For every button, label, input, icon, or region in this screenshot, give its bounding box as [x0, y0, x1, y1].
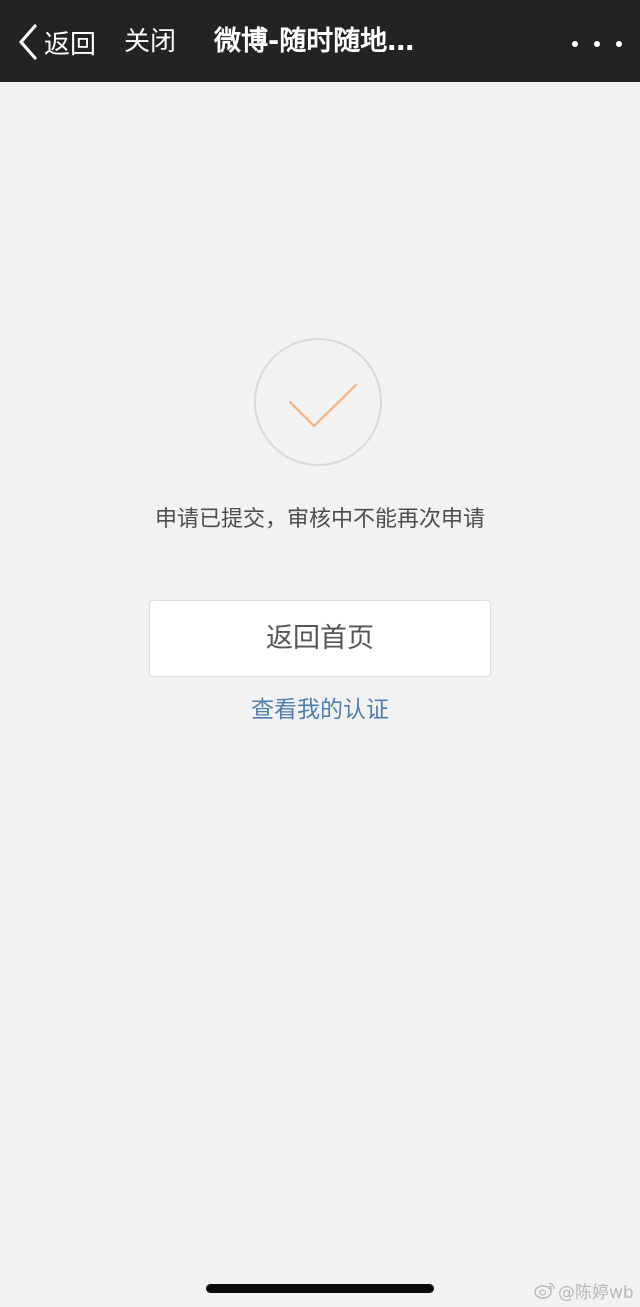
home-indicator[interactable] — [206, 1284, 434, 1293]
chevron-left-icon — [19, 24, 37, 60]
return-home-button[interactable]: 返回首页 — [149, 600, 491, 677]
watermark-text: @陈婷wb — [558, 1282, 634, 1303]
success-badge — [254, 338, 382, 466]
back-button-label: 返回 — [44, 29, 97, 60]
watermark: @陈婷wb — [534, 1278, 634, 1303]
view-my-certification-link[interactable]: 查看我的认证 — [0, 693, 640, 727]
weibo-logo-icon — [534, 1282, 555, 1299]
status-message: 申请已提交，审核中不能再次申请 — [154, 507, 485, 532]
more-dots-icon — [616, 41, 622, 47]
back-button[interactable]: 返回 — [18, 22, 96, 62]
page-title: 微博-随时随地发现新鲜事 — [214, 26, 424, 57]
more-dots-icon — [572, 41, 578, 47]
close-button[interactable]: 关闭 — [124, 22, 176, 62]
checkmark-icon — [288, 383, 358, 428]
more-dots-icon — [594, 41, 600, 47]
more-menu-button[interactable] — [572, 26, 622, 62]
navbar: 返回 关闭 微博-随时随地发现新鲜事 — [0, 0, 640, 82]
